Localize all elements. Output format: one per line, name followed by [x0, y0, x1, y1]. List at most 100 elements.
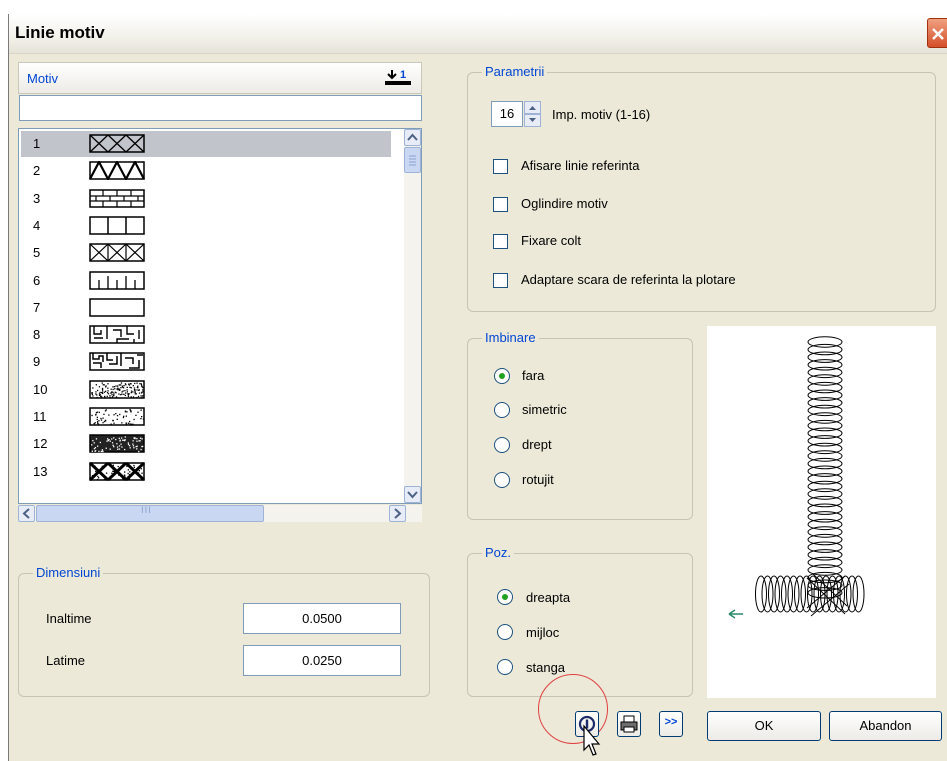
scroll-up-button[interactable] — [404, 129, 421, 146]
close-button[interactable] — [927, 18, 947, 48]
stipple-dense-icon — [89, 379, 145, 399]
afisare-linie-checkbox[interactable] — [493, 159, 508, 174]
inaltime-label: Inaltime — [46, 611, 92, 626]
imp-motiv-spinner[interactable] — [524, 101, 541, 127]
poz-label: Poz. — [482, 545, 515, 560]
list-item-number: 10 — [33, 381, 48, 397]
list-item-number: 4 — [33, 217, 41, 233]
motiv-filter-input[interactable] — [19, 95, 422, 121]
oglindire-motiv-label[interactable]: Oglindire motiv — [521, 196, 608, 211]
radio-stanga-label[interactable]: stanga — [526, 660, 565, 675]
list-item-number: 13 — [33, 463, 48, 479]
radio-dreapta[interactable] — [497, 589, 513, 605]
radio-rotujit[interactable] — [494, 472, 510, 488]
radio-rotujit-label[interactable]: rotujit — [522, 472, 554, 487]
radio-fara[interactable] — [494, 368, 510, 384]
list-item-number: 5 — [33, 245, 41, 261]
list-item[interactable]: 11 — [21, 404, 391, 430]
ok-button[interactable]: OK — [707, 711, 821, 741]
list-item[interactable]: 13 — [21, 459, 391, 485]
maze-icon — [89, 325, 145, 344]
radio-dreapta-label[interactable]: dreapta — [526, 590, 570, 605]
list-item-number: 7 — [33, 299, 41, 315]
adaptare-scara-checkbox[interactable] — [493, 273, 508, 288]
abandon-button[interactable]: Abandon — [829, 711, 942, 741]
list-item[interactable]: 2 — [21, 158, 391, 184]
imp-motiv-label: Imp. motiv (1-16) — [552, 107, 651, 122]
vertical-bars-icon — [89, 216, 145, 235]
list-item[interactable]: 7 — [21, 295, 391, 321]
dimensiuni-group: Dimensiuni — [18, 565, 430, 697]
arrow-left-icon — [22, 508, 30, 519]
dimensiuni-label: Dimensiuni — [33, 565, 104, 580]
close-icon — [932, 28, 944, 40]
list-item[interactable]: 5 — [21, 240, 391, 266]
latime-field[interactable]: 0.0250 — [243, 645, 401, 676]
list-item[interactable]: 10 — [21, 377, 391, 403]
imbinare-label: Imbinare — [482, 330, 539, 345]
mouse-cursor-icon — [583, 724, 601, 756]
arrow-right-icon — [394, 508, 402, 519]
more-button[interactable]: >> — [659, 711, 683, 737]
list-item[interactable]: 4 — [21, 213, 391, 239]
imp-motiv-input[interactable]: 16 — [491, 101, 523, 127]
grip-mark: III — [141, 506, 152, 516]
radio-stanga[interactable] — [497, 659, 513, 675]
ruler-ticks-icon — [89, 270, 145, 290]
parametrii-label: Parametrii — [482, 64, 548, 79]
brick-icon — [89, 188, 145, 208]
window-title: Linie motiv — [15, 23, 105, 42]
scroll-left-button[interactable] — [18, 505, 35, 522]
list-item[interactable]: 6 — [21, 268, 391, 294]
list-item[interactable]: 9 — [21, 349, 391, 375]
print-button[interactable] — [617, 711, 641, 737]
arrow-up-icon — [407, 133, 418, 141]
list-item[interactable]: 12 — [21, 431, 391, 457]
imbinare-group: Imbinare — [467, 330, 693, 520]
crosshatch-x-icon — [89, 134, 145, 153]
preview-drawing — [728, 336, 865, 619]
radio-mijloc[interactable] — [497, 624, 513, 640]
radio-simetric[interactable] — [494, 402, 510, 418]
x-boxes-icon — [89, 243, 145, 262]
radio-simetric-label[interactable]: simetric — [522, 402, 567, 417]
inaltime-field[interactable]: 0.0500 — [243, 603, 401, 634]
motiv-header-label: Motiv — [27, 71, 59, 86]
afisare-linie-label[interactable]: Afisare linie referinta — [521, 158, 640, 173]
list-item-number: 8 — [33, 327, 41, 343]
radio-selected-dot — [499, 373, 505, 379]
list-item[interactable]: 8 — [21, 322, 391, 348]
sort-icon[interactable]: 1 — [383, 67, 413, 89]
list-item-number: 3 — [33, 190, 41, 206]
radio-fara-label[interactable]: fara — [522, 368, 544, 383]
radio-drept[interactable] — [494, 437, 510, 453]
list-item-number: 9 — [33, 354, 41, 370]
radio-selected-dot — [502, 594, 508, 600]
list-item-number: 2 — [33, 163, 41, 179]
maze-dense-icon — [89, 352, 145, 372]
horizontal-scrollbar[interactable]: III — [18, 505, 422, 522]
adaptare-scara-label[interactable]: Adaptare scara de referinta la plotare — [521, 272, 736, 287]
list-item[interactable]: 1 — [21, 131, 391, 157]
radio-drept-label[interactable]: drept — [522, 437, 552, 452]
spin-up-button[interactable] — [524, 101, 541, 114]
title-bar: Linie motiv — [9, 14, 947, 54]
vertical-scrollbar[interactable] — [404, 129, 421, 503]
radio-mijloc-label[interactable]: mijloc — [526, 625, 559, 640]
arrow-down-icon — [407, 491, 418, 499]
empty-rect-icon — [89, 298, 145, 317]
oglindire-motiv-checkbox[interactable] — [493, 197, 508, 212]
scroll-right-button[interactable] — [389, 505, 406, 522]
motiv-list-header[interactable]: Motiv 1 — [18, 62, 422, 94]
horizontal-scroll-thumb[interactable]: III — [36, 505, 264, 522]
scroll-down-button[interactable] — [404, 486, 421, 503]
printer-icon — [620, 715, 638, 733]
pattern-preview — [707, 326, 936, 698]
stipple-light-icon — [89, 407, 145, 426]
spin-down-button[interactable] — [524, 114, 541, 127]
fixare-colt-label[interactable]: Fixare colt — [521, 233, 581, 248]
fixare-colt-checkbox[interactable] — [493, 234, 508, 249]
vertical-scroll-thumb[interactable] — [404, 147, 421, 173]
list-item[interactable]: 3 — [21, 186, 391, 212]
motiv-listbox[interactable]: 1 2 3 4 5 6 7 8 9 10 11 12 13 — [18, 128, 422, 504]
